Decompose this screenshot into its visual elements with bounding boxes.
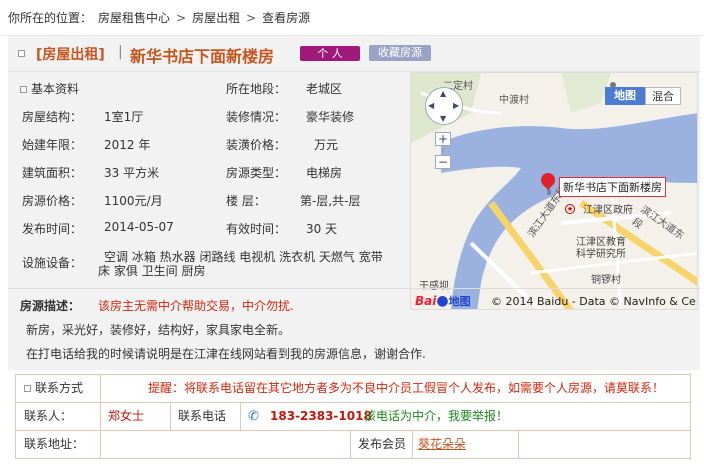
contact-person-label: 联系人： <box>24 409 73 423</box>
pan-down-icon[interactable]: ▼ <box>440 114 446 123</box>
area-label: 建筑面积： <box>22 166 83 180</box>
breadcrumb-item-view: 查看房源 <box>262 11 311 25</box>
contact-phone-label: 联系电话 <box>178 409 227 423</box>
map-pan-control[interactable]: ▲ ▼ ◀ ▶ <box>425 87 463 125</box>
contact-method-label: 联系方式 <box>24 375 83 402</box>
year-label: 始建年限： <box>22 138 83 152</box>
marker-shadow <box>547 189 551 195</box>
location-map[interactable]: 二定村 中渡村 江津区政府 江津区教育 科学研究所 滨江大道东段 滨江大道东段 … <box>410 72 698 310</box>
decor-price-label: 装潢价格： <box>226 138 287 152</box>
structure-label: 房屋结构： <box>22 110 83 124</box>
map-label-street: 铜锣村 <box>591 275 621 286</box>
map-type-map-button[interactable]: 地图 <box>605 87 645 105</box>
listing-type-tag: [房屋出租] <box>36 47 105 63</box>
type-value: 电梯房 <box>306 166 343 180</box>
divider <box>412 431 413 458</box>
area-value: 33 平方米 <box>104 166 160 180</box>
description-line-2: 在打电话给我的时候请说明是在江津在线网站看到我的房源信息，谢谢合作. <box>26 347 426 361</box>
breadcrumb-label: 你所在的位置： <box>8 11 93 25</box>
contact-phone-value: 183-2383-1018 <box>270 409 372 423</box>
price-label: 房源价格： <box>22 194 83 208</box>
divider <box>350 431 351 458</box>
pan-right-icon[interactable]: ▶ <box>453 101 459 110</box>
map-label-government: 江津区政府 <box>583 205 633 216</box>
decor-value: 豪华装修 <box>306 110 355 124</box>
contact-row-address: 联系地址： 发布会员 葵花朵朵 <box>15 430 691 459</box>
zoom-slider-track[interactable] <box>442 147 444 155</box>
description-header: 房源描述： 该房主无需中介帮助交易，中介勿扰. <box>8 288 700 318</box>
breadcrumb: 你所在的位置： 房屋租售中心 > 房屋出租 > 查看房源 <box>0 0 704 36</box>
bullet-icon <box>18 50 25 57</box>
listing-title: 新华书店下面新楼房 <box>130 47 275 66</box>
publish-label: 发布时间： <box>22 222 83 236</box>
divider <box>518 431 519 458</box>
description-warning: 该房主无需中介帮助交易，中介勿扰. <box>98 299 294 313</box>
divider <box>100 375 101 402</box>
bullet-icon <box>24 385 31 392</box>
valid-value: 30 天 <box>306 222 338 236</box>
member-label: 发布会员 <box>358 437 407 451</box>
breadcrumb-item-center[interactable]: 房屋租售中心 <box>98 11 170 25</box>
map-label-science: 科学研究所 <box>576 249 626 260</box>
title-separator: | <box>118 44 123 60</box>
pan-up-icon[interactable]: ▲ <box>440 89 446 98</box>
publish-value: 2014-05-07 <box>104 220 174 234</box>
member-link[interactable]: 葵花朵朵 <box>418 431 466 458</box>
contact-table: 联系方式 提醒：将联系电话留在其它地方者多为不良中介员工假冒个人发布，如需要个人… <box>15 374 691 467</box>
divider <box>100 431 101 458</box>
contact-person-value: 郑女士 <box>108 409 145 423</box>
breadcrumb-item-rent[interactable]: 房屋出租 <box>192 11 240 25</box>
government-icon: ★ <box>565 204 575 214</box>
contact-row-person: 联系人： 郑女士 联系电话 ✆ 183-2383-1018 该电话为中介，我要举… <box>15 402 691 431</box>
zoom-in-button[interactable]: + <box>435 132 451 146</box>
breadcrumb-separator: > <box>246 11 257 25</box>
location-value: 老城区 <box>306 82 343 96</box>
floor-label: 楼 层： <box>226 194 266 208</box>
contact-row-method: 联系方式 提醒：将联系电话留在其它地方者多为不良中介员工假冒个人发布，如需要个人… <box>15 374 691 403</box>
favorite-button[interactable]: 收藏房源 <box>369 45 431 61</box>
listing-panel: [房屋出租] | 新华书店下面新楼房 个 人 收藏房源 基本资料 所在地段： 老… <box>8 36 700 370</box>
description-line-1: 新房，采光好，装修好，结构好，家具家电全新。 <box>26 323 291 337</box>
year-value: 2012 年 <box>104 138 151 152</box>
section-basic-info: 基本资料 <box>20 80 79 97</box>
description-label: 房源描述： <box>20 299 81 313</box>
price-value: 1100元/月 <box>104 194 163 208</box>
phone-icon: ✆ <box>248 409 259 424</box>
basic-info: 基本资料 所在地段： 老城区 房屋结构： 1室1厅 装修情况： 豪华装修 始建年… <box>8 72 408 312</box>
divider <box>240 403 241 430</box>
floor-value: 第-层,共-层 <box>300 194 361 208</box>
bullet-icon <box>20 86 27 93</box>
contact-address-label: 联系地址： <box>24 437 85 451</box>
divider <box>100 403 101 430</box>
divider <box>170 403 171 430</box>
zoom-out-button[interactable]: − <box>435 155 451 169</box>
listing-title-bar: [房屋出租] | 新华书店下面新楼房 个 人 收藏房源 <box>8 36 700 72</box>
valid-label: 有效时间： <box>226 222 287 236</box>
pan-left-icon[interactable]: ◀ <box>428 101 434 110</box>
facilities-label: 设施设备： <box>22 256 83 270</box>
breadcrumb-separator: > <box>176 11 187 25</box>
map-type-hybrid-button[interactable]: 混合 <box>645 87 681 105</box>
location-label: 所在地段： <box>226 82 287 96</box>
contact-notice: 提醒：将联系电话留在其它地方者多为不良中介员工假冒个人发布，如需要个人房源，请莫… <box>148 381 665 395</box>
report-agent-link[interactable]: 该电话为中介，我要举报！ <box>364 403 508 430</box>
decor-label: 装修情况： <box>226 110 287 124</box>
structure-value: 1室1厅 <box>104 110 144 124</box>
marker-label: 新华书店下面新楼房 <box>559 177 666 197</box>
type-label: 房源类型： <box>226 166 287 180</box>
facilities-line2: 床 家俱 卫生间 厨房 <box>98 264 206 278</box>
decor-price-value: 万元 <box>314 138 339 152</box>
personal-badge: 个 人 <box>300 46 360 61</box>
map-label-zhongdu: 中渡村 <box>499 95 529 106</box>
